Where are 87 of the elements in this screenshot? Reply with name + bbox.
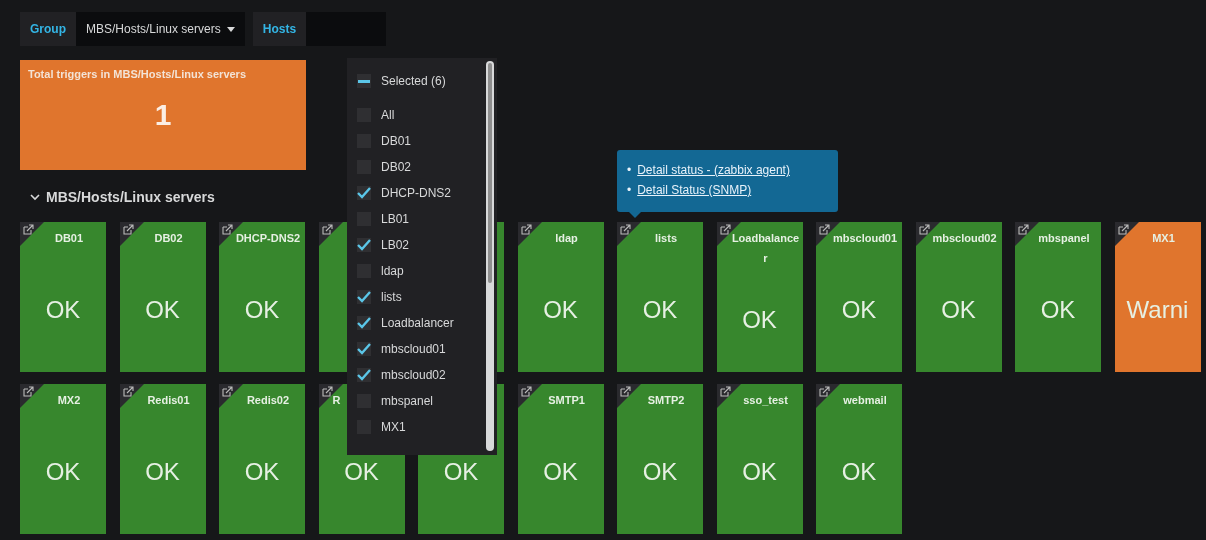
link-icon[interactable] [1114,222,1139,246]
host-name: mbscloud01 [832,231,898,246]
checkbox[interactable] [357,342,371,356]
host-tile[interactable]: MX2 OK [20,384,106,534]
detail-link[interactable]: Detail status - (zabbix agent) [637,160,790,180]
host-tile[interactable]: SMTP2 OK [617,384,703,534]
host-status: OK [145,298,180,322]
host-tile[interactable]: DB02 OK [119,222,206,372]
host-name: mbspanel [1038,231,1090,246]
host-status: OK [642,298,678,322]
host-name: DHCP-DNS2 [235,231,301,246]
menu-item[interactable]: All [357,102,483,128]
checkbox[interactable] [357,368,371,382]
host-status: OK [244,460,280,484]
host-name: DB01 [54,231,84,246]
host-tile[interactable]: sso_test OK [716,384,803,534]
host-name: R [332,393,341,408]
host-status: OK [742,460,777,484]
host-name: SMTP1 [548,393,585,408]
host-tile[interactable]: lists OK [617,222,703,372]
menu-item[interactable]: Loadbalancer [357,310,483,336]
section-title: MBS/Hosts/Linux servers [46,189,215,205]
host-tile[interactable]: Loadbalancer OK [716,222,803,372]
menu-item[interactable]: DHCP-DNS2 [357,180,483,206]
checkbox[interactable] [357,238,371,252]
menu-item[interactable]: DB01 [357,128,483,154]
host-status: OK [1040,298,1076,322]
host-name: sso_test [743,393,788,408]
caret-icon [226,26,235,32]
checkbox[interactable] [357,74,371,88]
host-status: OK [45,460,81,484]
host-tile[interactable]: DHCP-DNS2 OK [219,222,305,372]
host-tile[interactable]: webmail OK [816,384,902,534]
host-tile[interactable]: MX1 Warni [1114,222,1201,372]
menu-item[interactable]: lists [357,284,483,310]
menu-item[interactable]: ldap [357,258,483,284]
host-name: webmail [843,393,887,408]
menu-item[interactable]: mbscloud01 [357,336,483,362]
host-name: Loadbalancer [730,231,801,266]
host-tile[interactable]: DB01 OK [20,222,106,372]
host-status: OK [344,460,379,484]
host-name: MX2 [57,393,81,408]
host-status: OK [742,308,777,332]
group-dropdown[interactable]: MBS/Hosts/Linux servers [76,12,245,46]
bullet: • [627,182,632,199]
host-status: OK [244,298,280,322]
host-tile[interactable]: Redis02 OK [219,384,305,534]
host-status: OK [841,460,877,484]
host-tile[interactable]: mbspanel OK [1015,222,1101,372]
detail-link[interactable]: Detail Status (SNMP) [637,180,752,200]
menu-item[interactable]: LB01 [357,206,483,232]
host-status: OK [941,298,976,322]
host-name: Redis01 [147,393,190,408]
host-tile[interactable]: Redis01 OK [119,384,206,534]
host-status: OK [642,460,678,484]
host-name: SMTP2 [647,393,685,408]
host-status: OK [145,460,180,484]
host-status: OK [543,460,578,484]
link-icon[interactable] [318,384,343,408]
host-name: ldap [555,231,578,246]
host-name: DB02 [154,231,183,246]
host-tile[interactable]: ldap OK [517,222,604,372]
host-name: Redis02 [246,393,290,408]
menu-item[interactable]: Selected (6) [357,64,483,98]
filter-label: Group [29,21,67,38]
host-name: mbscloud02 [932,231,997,246]
host-status: OK [543,298,578,322]
host-name: MX1 [1152,231,1175,246]
checkbox[interactable] [357,316,371,330]
menu-item[interactable]: LB02 [357,232,483,258]
host-tile[interactable]: SMTP1 OK [517,384,604,534]
host-status: OK [841,298,877,322]
checkbox[interactable] [357,186,371,200]
chevron-icon[interactable] [30,193,40,201]
stat-title: Total triggers in MBS/Hosts/Linux servers [28,68,247,80]
checkbox[interactable] [357,290,371,304]
menu-item[interactable]: DB02 [357,154,483,180]
filter-label: Hosts [261,21,298,38]
host-tile[interactable]: mbscloud01 OK [816,222,902,372]
host-name: lists [655,231,677,246]
host-tile[interactable]: mbscloud02 OK [915,222,1002,372]
stat-value: 1 [153,98,173,132]
host-status: OK [443,460,479,484]
host-status: Warni [1126,298,1189,322]
bullet: • [627,162,632,179]
host-status: OK [45,298,81,322]
scrollbar[interactable] [486,61,494,451]
